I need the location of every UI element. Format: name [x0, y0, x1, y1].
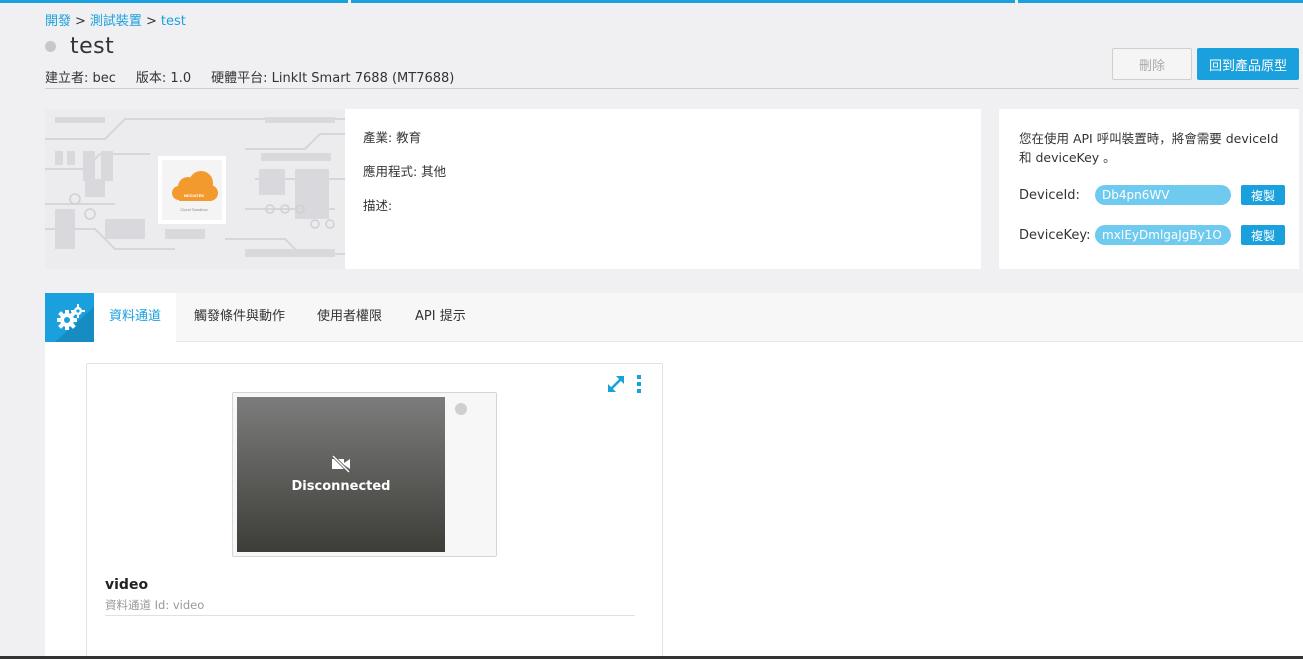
- delete-button[interactable]: 刪除: [1112, 48, 1192, 80]
- device-board-image: MEDIATEK Cloud Sandbox: [45, 109, 345, 269]
- tabs-bar: 資料通道 觸發條件與動作 使用者權限 API 提示: [45, 293, 1303, 342]
- device-key-row: DeviceKey: mxIEyDmlgaJgBy1O 複製: [1019, 225, 1285, 245]
- creator-label: 建立者: bec: [45, 71, 116, 86]
- video-off-icon: [331, 455, 351, 473]
- breadcrumb: 開發 > 測試裝置 > test: [45, 10, 186, 29]
- hardware-label: 硬體平台: LinkIt Smart 7688 (MT7688): [211, 71, 455, 86]
- mediatek-logo-text: MEDIATEK: [184, 193, 205, 198]
- video-screen[interactable]: Disconnected: [237, 397, 445, 552]
- title-row: test: [45, 34, 114, 59]
- tab-data-channels[interactable]: 資料通道: [94, 293, 176, 342]
- breadcrumb-current[interactable]: test: [161, 14, 186, 29]
- header-divider: [45, 88, 1299, 89]
- device-meta: 建立者: bec 版本: 1.0 硬體平台: LinkIt Smart 7688…: [45, 67, 454, 86]
- device-id-label: DeviceId:: [1019, 187, 1080, 203]
- widget-title: video: [105, 577, 149, 593]
- breadcrumb-separator: >: [145, 14, 157, 29]
- board-caption: Cloud Sandbox: [180, 207, 207, 212]
- version-label: 版本: 1.0: [135, 71, 192, 86]
- widget-channel-id: 資料通道 Id: video: [105, 598, 205, 612]
- breadcrumb-test-devices[interactable]: 測試裝置: [90, 14, 142, 29]
- gear-icon: [45, 293, 94, 342]
- breadcrumb-separator: >: [75, 14, 86, 29]
- breadcrumb-develop[interactable]: 開發: [45, 14, 71, 29]
- disconnected-text: Disconnected: [291, 479, 391, 494]
- more-vertical-icon[interactable]: [635, 374, 643, 398]
- copy-device-key-button[interactable]: 複製: [1241, 225, 1285, 245]
- status-dot-icon: [45, 41, 56, 52]
- description-text: 描述:: [363, 198, 393, 213]
- copy-device-id-button[interactable]: 複製: [1241, 185, 1285, 205]
- video-status-dot: [455, 403, 467, 415]
- application-text: 應用程式: 其他: [363, 164, 447, 179]
- info-lines: 產業: 教育 應用程式: 其他 描述:: [363, 127, 446, 229]
- widget-divider: [105, 615, 635, 616]
- device-key-label: DeviceKey:: [1019, 227, 1091, 243]
- device-info-card: MEDIATEK Cloud Sandbox 產業: 教育 應用程式: 其他 描…: [45, 109, 981, 269]
- device-id-row: DeviceId: Db4pn6WV 複製: [1019, 185, 1285, 205]
- api-key-card: 您在使用 API 呼叫裝置時，將會需要 deviceId 和 deviceKey…: [999, 109, 1299, 269]
- page-title: test: [70, 34, 115, 59]
- back-to-prototype-button[interactable]: 回到產品原型: [1197, 48, 1299, 80]
- tab-triggers-actions[interactable]: 觸發條件與動作: [194, 293, 285, 342]
- top-progress-line: [0, 0, 1303, 3]
- industry-text: 產業: 教育: [363, 130, 422, 145]
- device-key-value[interactable]: mxIEyDmlgaJgBy1O: [1095, 225, 1231, 245]
- expand-icon[interactable]: [606, 374, 626, 398]
- video-widget: Disconnected video 資料通道 Id: video: [86, 363, 663, 659]
- video-frame: Disconnected: [232, 392, 497, 557]
- tab-api-hints[interactable]: API 提示: [415, 293, 466, 342]
- api-key-description: 您在使用 API 呼叫裝置時，將會需要 deviceId 和 deviceKey…: [1019, 131, 1279, 165]
- device-id-value[interactable]: Db4pn6WV: [1095, 185, 1231, 205]
- tab-user-permissions[interactable]: 使用者權限: [317, 293, 382, 342]
